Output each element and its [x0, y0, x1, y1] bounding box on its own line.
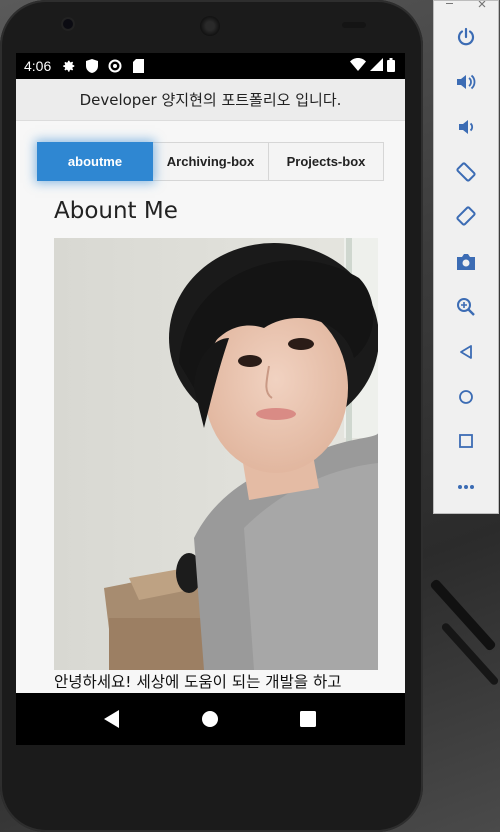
- rotate-right-icon[interactable]: [451, 201, 481, 231]
- profile-photo: [54, 238, 378, 670]
- camera-icon[interactable]: [451, 247, 481, 277]
- intro-text: 안녕하세요! 세상에 도움이 되는 개발을 하고: [54, 673, 342, 691]
- back-icon[interactable]: [451, 337, 481, 367]
- wifi-icon: [350, 58, 366, 74]
- rotate-left-icon[interactable]: [451, 157, 481, 187]
- phone-frame: 4:06 Developer 양지현의 포트폴리오 입니다. aboutme A…: [0, 0, 423, 832]
- back-icon[interactable]: [98, 705, 126, 733]
- power-icon[interactable]: [451, 22, 481, 52]
- emulator-toolbar: [433, 0, 499, 514]
- tab-archiving-box[interactable]: Archiving-box: [153, 142, 269, 181]
- window-controls: [434, 0, 498, 11]
- sync-icon: [107, 58, 123, 74]
- volume-down-icon[interactable]: [451, 112, 481, 142]
- tab-projects-box[interactable]: Projects-box: [269, 142, 384, 181]
- earpiece-speaker: [200, 16, 220, 36]
- home-icon[interactable]: [451, 382, 481, 412]
- signal-icon: [370, 58, 383, 74]
- volume-up-icon[interactable]: [451, 67, 481, 97]
- shield-icon: [84, 58, 100, 74]
- phone-screen: 4:06 Developer 양지현의 포트폴리오 입니다. aboutme A…: [16, 53, 405, 745]
- main-content: aboutme Archiving-box Projects-box Aboun…: [16, 121, 405, 693]
- status-time: 4:06: [24, 58, 52, 74]
- tab-bar: aboutme Archiving-box Projects-box: [37, 142, 384, 181]
- close-icon[interactable]: [477, 0, 487, 11]
- front-camera: [63, 19, 73, 29]
- tab-aboutme[interactable]: aboutme: [37, 142, 153, 181]
- more-icon[interactable]: [451, 472, 481, 502]
- app-title: Developer 양지현의 포트폴리오 입니다.: [79, 91, 342, 109]
- navigation-bar: [16, 693, 405, 745]
- recents-icon[interactable]: [294, 705, 322, 733]
- status-bar: 4:06: [16, 53, 405, 79]
- minimize-icon[interactable]: [445, 1, 455, 9]
- app-bar: Developer 양지현의 포트폴리오 입니다.: [16, 79, 405, 121]
- zoom-icon[interactable]: [451, 292, 481, 322]
- status-right: [350, 57, 405, 75]
- section-title: Abount Me: [54, 198, 178, 224]
- overview-icon[interactable]: [451, 426, 481, 456]
- battery-icon: [387, 57, 395, 75]
- sd-card-icon: [130, 58, 146, 74]
- proximity-sensor: [342, 22, 366, 28]
- gear-icon: [61, 58, 77, 74]
- home-icon[interactable]: [196, 705, 224, 733]
